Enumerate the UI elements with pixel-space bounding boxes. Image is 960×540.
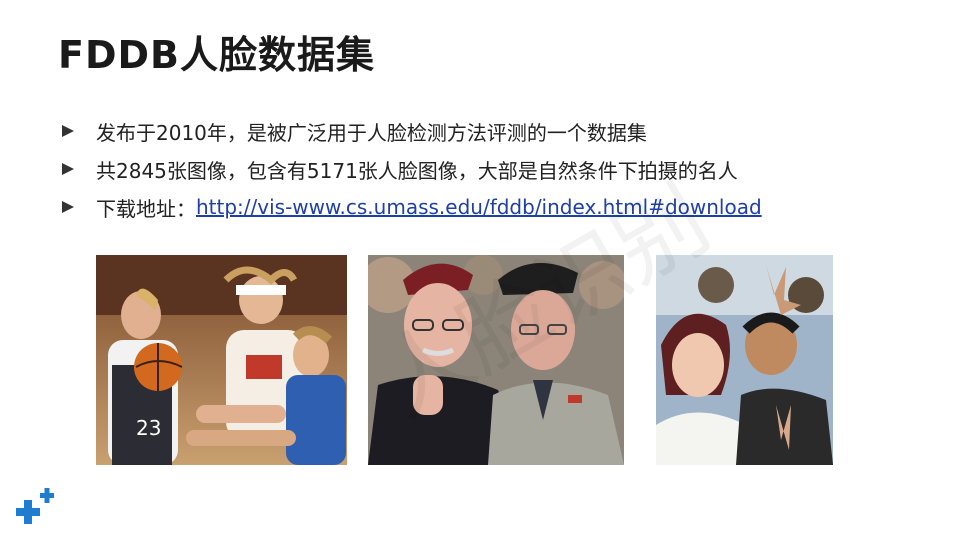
- page-title: FDDB人脸数据集: [58, 33, 376, 77]
- bullet-item: 共2845张图像，包含有5171张人脸图像，大部是自然条件下拍摄的名人: [60, 150, 920, 188]
- arrow-bullet-icon: [62, 125, 74, 137]
- download-link[interactable]: http://vis-www.cs.umass.edu/fddb/index.h…: [196, 195, 762, 219]
- bullet-item: 发布于2010年，是被广泛用于人脸检测方法评测的一个数据集: [60, 112, 920, 150]
- bullet-item: 下载地址： http://vis-www.cs.umass.edu/fddb/i…: [60, 188, 920, 226]
- arrow-bullet-icon: [62, 201, 74, 213]
- bullet-list: 发布于2010年，是被广泛用于人脸检测方法评测的一个数据集 共2845张图像，包…: [60, 112, 920, 226]
- bullet-text: 发布于2010年，是被广泛用于人脸检测方法评测的一个数据集: [96, 120, 647, 145]
- plus-logo-icon: [10, 488, 58, 536]
- jersey-number: 23: [136, 416, 161, 440]
- download-label: 下载地址：: [96, 196, 196, 221]
- crowd-selfie-photo: [656, 255, 833, 465]
- basketball-players-photo: 23: [96, 255, 347, 465]
- bullet-text: 共2845张图像，包含有5171张人脸图像，大部是自然条件下拍摄的名人: [96, 158, 738, 183]
- officials-photo: [368, 255, 624, 465]
- arrow-bullet-icon: [62, 163, 74, 175]
